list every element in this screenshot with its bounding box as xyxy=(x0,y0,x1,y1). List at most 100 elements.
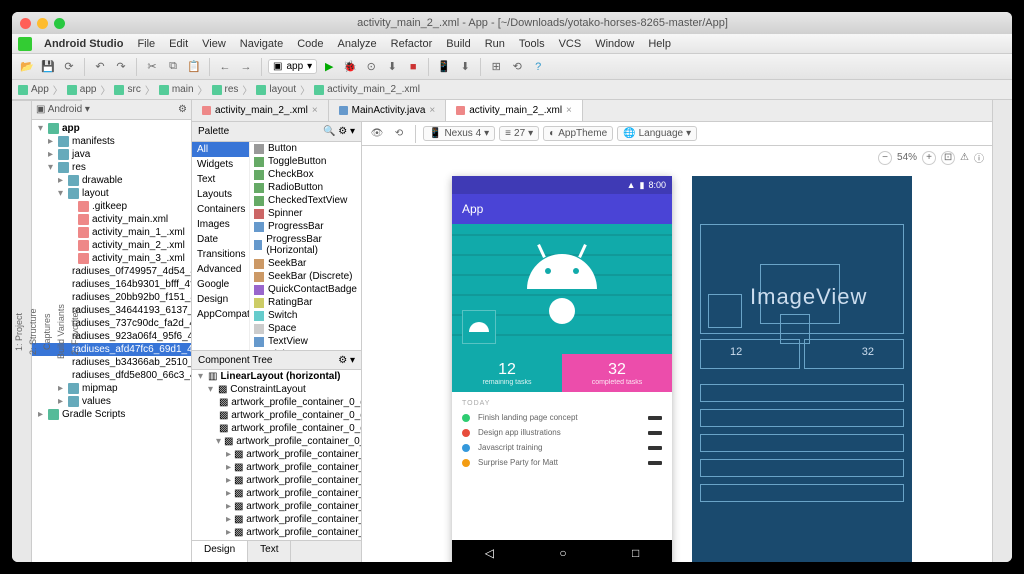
palette-category[interactable]: Google xyxy=(192,277,249,292)
gear-icon[interactable]: ⚙ xyxy=(178,104,187,115)
breadcrumb-item[interactable]: main xyxy=(159,84,194,95)
palette-category[interactable]: Date xyxy=(192,232,249,247)
palette-item[interactable]: RatingBar xyxy=(250,296,361,309)
menu-tools[interactable]: Tools xyxy=(513,38,551,50)
menu-code[interactable]: Code xyxy=(291,38,329,50)
tab-text[interactable]: Text xyxy=(248,541,291,562)
menu-view[interactable]: View xyxy=(196,38,232,50)
redo-icon[interactable]: ↷ xyxy=(112,58,130,76)
palette-item[interactable]: SeekBar xyxy=(250,257,361,270)
back-icon[interactable]: ← xyxy=(216,58,234,76)
gear-icon[interactable]: ⚙ ▾ xyxy=(338,355,355,366)
palette-category[interactable]: AppCompat xyxy=(192,307,249,322)
blueprint-preview[interactable]: ImageView 12 32 xyxy=(692,176,912,562)
palette-categories[interactable]: AllWidgetsTextLayoutsContainersImagesDat… xyxy=(192,142,250,350)
component-row[interactable]: ▸▩ artwork_profile_container_0_ xyxy=(192,526,361,539)
component-row[interactable]: ▸▩ artwork_profile_container_0_ xyxy=(192,500,361,513)
palette-items[interactable]: ButtonToggleButtonCheckBoxRadioButtonChe… xyxy=(250,142,361,350)
palette-item[interactable]: CheckedTextView xyxy=(250,194,361,207)
design-canvas[interactable]: − 54% + ⊡ ⚠ ⓘ ▲▮8:00 App xyxy=(362,146,992,562)
sync-icon[interactable]: ⟲ xyxy=(508,58,526,76)
palette-item[interactable]: Spinner xyxy=(250,207,361,220)
save-icon[interactable]: 💾 xyxy=(39,58,57,76)
zoom-out-icon[interactable]: − xyxy=(878,151,892,165)
menu-window[interactable]: Window xyxy=(589,38,640,50)
palette-item[interactable]: SeekBar (Discrete) xyxy=(250,270,361,283)
tab-design[interactable]: Design xyxy=(192,541,248,562)
component-row[interactable]: ▸▩ artwork_profile_container_0_row xyxy=(192,474,361,487)
theme-selector[interactable]: ◐ AppTheme xyxy=(543,126,613,141)
api-selector[interactable]: ≡ 27 ▾ xyxy=(499,126,539,141)
palette-category[interactable]: Advanced xyxy=(192,262,249,277)
structure-icon[interactable]: ⊞ xyxy=(487,58,505,76)
component-tree[interactable]: ▾▥ LinearLayout (horizontal)▾▩ Constrain… xyxy=(192,370,361,540)
menu-vcs[interactable]: VCS xyxy=(553,38,588,50)
editor-tab[interactable]: activity_main_2_.xml × xyxy=(446,100,583,121)
palette-item[interactable]: TextView xyxy=(250,335,361,348)
debug-icon[interactable]: 🐞 xyxy=(341,58,359,76)
gutter-favorites[interactable]: 2: Favorites xyxy=(68,100,82,562)
editor-tab[interactable]: activity_main_2_.xml × xyxy=(192,100,329,121)
palette-item[interactable]: QuickContactBadge xyxy=(250,283,361,296)
close-icon[interactable]: × xyxy=(312,105,318,116)
component-row[interactable]: ▸▩ artwork_profile_container_0_row xyxy=(192,448,361,461)
paste-icon[interactable]: 📋 xyxy=(185,58,203,76)
avd-icon[interactable]: 📱 xyxy=(435,58,453,76)
menu-navigate[interactable]: Navigate xyxy=(234,38,289,50)
close-icon[interactable]: × xyxy=(566,105,572,116)
zoom-fit-icon[interactable]: ⊡ xyxy=(941,151,955,165)
minimize-icon[interactable] xyxy=(37,18,48,29)
run-config-selector[interactable]: ▣ app ▾ xyxy=(268,59,317,74)
palette-category[interactable]: Layouts xyxy=(192,187,249,202)
gear-icon[interactable]: ⚙ ▾ xyxy=(338,126,355,137)
gutter-build-variants[interactable]: Build Variants xyxy=(54,100,68,562)
undo-icon[interactable]: ↶ xyxy=(91,58,109,76)
menu-file[interactable]: File xyxy=(131,38,161,50)
eye-icon[interactable]: 👁 xyxy=(368,125,386,143)
component-row[interactable]: ▾▥ LinearLayout (horizontal) xyxy=(192,370,361,383)
component-row[interactable]: ▩ artwork_profile_container_0_guideli xyxy=(192,396,361,409)
breadcrumb-item[interactable]: src xyxy=(114,84,140,95)
design-preview[interactable]: ▲▮8:00 App 12rema xyxy=(452,176,672,562)
palette-category[interactable]: All xyxy=(192,142,249,157)
palette-category[interactable]: Transitions xyxy=(192,247,249,262)
copy-icon[interactable]: ⧉ xyxy=(164,58,182,76)
warning-icon[interactable]: ⚠ xyxy=(960,152,969,163)
refresh-icon[interactable]: ⟳ xyxy=(60,58,78,76)
menu-refactor[interactable]: Refactor xyxy=(385,38,439,50)
palette-item[interactable]: Button xyxy=(250,142,361,155)
breadcrumb-item[interactable]: app xyxy=(67,84,97,95)
breadcrumb-item[interactable]: layout xyxy=(256,84,296,95)
palette-item[interactable]: RadioButton xyxy=(250,181,361,194)
gutter-project[interactable]: 1: Project xyxy=(12,100,26,562)
help-icon[interactable]: ? xyxy=(529,58,547,76)
palette-item[interactable]: ToggleButton xyxy=(250,155,361,168)
sdk-icon[interactable]: ⬇ xyxy=(456,58,474,76)
editor-tab[interactable]: MainActivity.java × xyxy=(329,100,447,121)
component-row[interactable]: ▾▩ ConstraintLayout xyxy=(192,383,361,396)
component-row[interactable]: ▸▩ artwork_profile_container_0_ xyxy=(192,513,361,526)
orientation-icon[interactable]: ⟲ xyxy=(390,125,408,143)
info-icon[interactable]: ⓘ xyxy=(974,150,984,165)
component-row[interactable]: ▾▩ artwork_profile_container_0_93beb xyxy=(192,435,361,448)
gutter-structure[interactable]: 2: Structure xyxy=(26,100,40,562)
component-row[interactable]: ▩ artwork_profile_container_0_guideli xyxy=(192,409,361,422)
close-icon[interactable] xyxy=(20,18,31,29)
search-icon[interactable]: 🔍 xyxy=(323,126,335,137)
palette-item[interactable]: Space xyxy=(250,322,361,335)
breadcrumb-item[interactable]: App xyxy=(18,84,49,95)
palette-item[interactable]: ProgressBar (Horizontal) xyxy=(250,233,361,257)
component-row[interactable]: ▸▩ artwork_profile_container_0_row xyxy=(192,461,361,474)
palette-category[interactable]: Containers xyxy=(192,202,249,217)
palette-item[interactable]: Switch xyxy=(250,309,361,322)
palette-category[interactable]: Text xyxy=(192,172,249,187)
close-icon[interactable]: × xyxy=(429,105,435,116)
stop-icon[interactable]: ■ xyxy=(404,58,422,76)
profile-icon[interactable]: ⊙ xyxy=(362,58,380,76)
menu-analyze[interactable]: Analyze xyxy=(332,38,383,50)
device-selector[interactable]: 📱 Nexus 4 ▾ xyxy=(423,126,495,141)
open-icon[interactable]: 📂 xyxy=(18,58,36,76)
maximize-icon[interactable] xyxy=(54,18,65,29)
component-row[interactable]: ▩ artwork_profile_container_0_guideli xyxy=(192,422,361,435)
palette-category[interactable]: Widgets xyxy=(192,157,249,172)
